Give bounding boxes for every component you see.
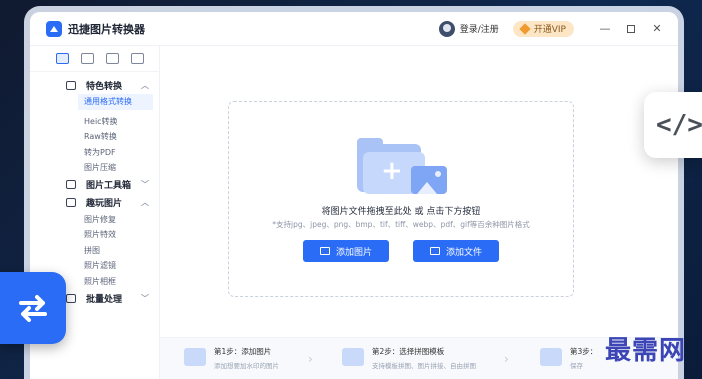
group-label: 批量处理: [86, 294, 123, 305]
vip-button[interactable]: 开通VIP: [512, 20, 574, 37]
maximize-icon: [627, 24, 635, 33]
batch-group-icon: [66, 293, 76, 303]
steps-bar: 第1步：添加图片 添加想要加水印的图片 › 第2步：选择拼图模板 支持模板拼图、…: [160, 337, 678, 379]
step-desc: 添加想要加水印的图片: [214, 362, 279, 370]
group-label: 特色转换: [86, 81, 123, 92]
swap-arrows-icon: [19, 295, 47, 322]
file-icon: [429, 247, 440, 255]
chevron-right-icon: ›: [308, 352, 313, 366]
group-label: 图片工具箱: [86, 181, 132, 191]
sidebar-item-general-convert[interactable]: 通用格式转换: [78, 94, 153, 110]
group-fun-images[interactable]: 趣玩图片 ︿: [30, 194, 159, 212]
title-bar: 迅捷图片转换器 登录/注册 开通VIP — ✕: [30, 12, 678, 46]
drop-zone[interactable]: + 将图片文件拖拽至此处 或 点击下方按钮 *支持jpg、jpeg、png、bm…: [228, 101, 574, 297]
code-icon: </>: [656, 110, 702, 140]
swap-badge: [0, 272, 66, 344]
group-toolbox[interactable]: 图片工具箱 ﹀: [30, 176, 159, 194]
minimize-button[interactable]: —: [592, 19, 618, 39]
sidebar-item-effects[interactable]: 照片特效: [30, 227, 159, 243]
sidebar-item-collage[interactable]: 拼图: [30, 243, 159, 259]
batch-icon[interactable]: [131, 53, 144, 64]
diamond-icon: [519, 22, 531, 35]
sidebar-icon-bar: [30, 46, 159, 72]
supported-formats: *支持jpg、jpeg、png、bmp、tif、tiff、webp、pdf、gi…: [272, 220, 530, 229]
add-image-button[interactable]: 添加图片: [303, 240, 389, 262]
chevron-right-icon: ›: [504, 352, 509, 366]
avatar[interactable]: [438, 20, 455, 37]
chevron-up-icon: ︿: [141, 80, 149, 90]
maximize-button[interactable]: [618, 19, 644, 39]
app-logo-icon: [46, 20, 62, 37]
sidebar-item-repair[interactable]: 图片修复: [30, 212, 159, 228]
step-title: 第3步：: [570, 347, 598, 356]
sidebar-item-to-pdf[interactable]: 转为PDF: [30, 145, 159, 161]
close-button[interactable]: ✕: [644, 19, 670, 39]
vip-button-label: 开通VIP: [533, 25, 566, 35]
step-2: 第2步：选择拼图模板 支持模板拼图、图片拼接、自由拼图: [342, 346, 476, 370]
step-title: 第1步：添加图片: [214, 347, 272, 356]
step-desc: 保存: [570, 362, 583, 370]
group-special-convert[interactable]: 特色转换 ︿: [30, 76, 159, 94]
add-file-button[interactable]: 添加文件: [413, 240, 499, 262]
convert-icon[interactable]: [56, 53, 69, 64]
main-panel: + 将图片文件拖拽至此处 或 点击下方按钮 *支持jpg、jpeg、png、bm…: [160, 46, 678, 379]
login-link[interactable]: 登录/注册: [460, 22, 499, 35]
add-image-step-icon: [184, 348, 206, 366]
chevron-down-icon: ﹀: [141, 180, 149, 189]
add-image-label: 添加图片: [335, 247, 372, 258]
app-title: 迅捷图片转换器: [68, 22, 145, 36]
step-3: 第3步： 保存: [540, 346, 597, 370]
toolbox-icon[interactable]: [81, 53, 94, 64]
app-window: 迅捷图片转换器 登录/注册 开通VIP — ✕ 特色转换 ︿ 通用格式转换 He…: [30, 12, 678, 379]
image-icon: [319, 247, 330, 255]
code-badge: </>: [644, 92, 702, 158]
group-label: 趣玩图片: [86, 199, 123, 209]
step-desc: 支持模板拼图、图片拼接、自由拼图: [372, 362, 476, 370]
chevron-up-icon: ︿: [141, 198, 149, 207]
drop-instruction: 将图片文件拖拽至此处 或 点击下方按钮: [321, 207, 481, 217]
watermark-text: 最需网: [604, 336, 686, 366]
template-step-icon: [342, 348, 364, 366]
step-1: 第1步：添加图片 添加想要加水印的图片: [184, 346, 279, 370]
sidebar-item-heic[interactable]: Heic转换: [30, 114, 159, 130]
toolbox-group-icon: [66, 180, 76, 189]
add-file-label: 添加文件: [445, 247, 482, 258]
chevron-down-icon: ﹀: [141, 293, 149, 303]
image-icon[interactable]: [106, 53, 119, 64]
fun-images-icon: [66, 198, 76, 207]
folder-icon: +: [357, 138, 449, 196]
step-title: 第2步：选择拼图模板: [372, 347, 445, 356]
sidebar-item-compress[interactable]: 图片压缩: [30, 160, 159, 176]
special-convert-icon: [66, 80, 76, 90]
save-step-icon: [540, 348, 562, 366]
sidebar-item-raw[interactable]: Raw转换: [30, 129, 159, 145]
